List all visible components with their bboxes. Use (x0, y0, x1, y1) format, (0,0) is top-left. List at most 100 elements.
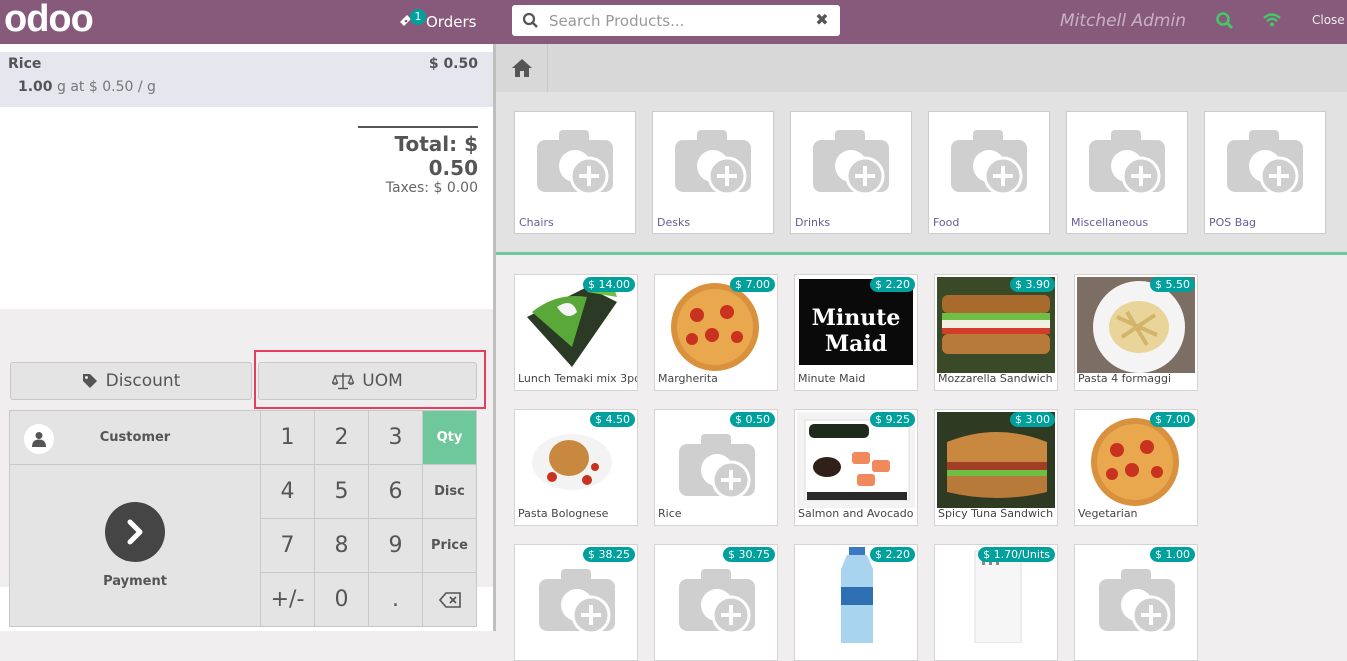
order-taxes: Taxes: $ 0.00 (385, 180, 478, 196)
category-label: Drinks (795, 216, 831, 229)
product-name: Pasta 4 formaggi (1078, 372, 1172, 385)
product-card[interactable]: $ 2.20 (794, 544, 918, 661)
product-price-badge: $ 0.50 (730, 412, 775, 427)
numpad-key-9[interactable]: 9 (368, 518, 423, 573)
product-name: Rice (658, 507, 682, 520)
product-name: Salmon and Avocado (798, 507, 914, 520)
order-line-unit-info: g at $ 0.50 / g (57, 79, 156, 95)
numpad-key-8[interactable]: 8 (314, 518, 369, 573)
camera-placeholder-icon (813, 130, 889, 196)
product-price-badge: $ 2.20 (870, 547, 915, 562)
product-price-badge: $ 9.25 (870, 412, 915, 427)
home-category-button[interactable] (496, 44, 548, 92)
customer-button[interactable]: Customer (9, 410, 261, 465)
search-products-input[interactable] (549, 9, 809, 32)
chevron-right-icon (105, 502, 165, 562)
home-icon (511, 59, 532, 77)
mode-qty-button[interactable]: Qty (422, 410, 477, 465)
product-card[interactable]: $ 5.50 Pasta 4 formaggi (1074, 274, 1198, 391)
camera-placeholder-icon (1227, 130, 1303, 196)
discount-label: Discount (105, 371, 181, 391)
category-breadcrumb-bar (496, 44, 1347, 92)
numpad-key-4[interactable]: 4 (260, 464, 315, 519)
product-name: Spicy Tuna Sandwich (938, 507, 1054, 520)
product-price-badge: $ 3.00 (1010, 412, 1055, 427)
payment-button[interactable]: Payment (9, 464, 261, 627)
category-food[interactable]: Food (928, 111, 1050, 234)
search-bar: ✖ (512, 5, 840, 36)
product-card[interactable]: $ 3.00 Spicy Tuna Sandwich (934, 409, 1058, 526)
product-name: Lunch Temaki mix 3pc (518, 372, 638, 385)
mode-disc-button[interactable]: Disc (422, 464, 477, 519)
category-label: POS Bag (1209, 216, 1257, 229)
product-card[interactable]: $ 0.50 Rice (654, 409, 778, 526)
product-name: Margherita (658, 372, 718, 385)
odoo-logo: odoo (4, 0, 94, 40)
camera-placeholder-icon (537, 130, 613, 196)
product-name: Pasta Bolognese (518, 507, 609, 520)
wifi-icon[interactable] (1262, 11, 1282, 31)
category-label: Miscellaneous (1071, 216, 1149, 229)
product-price-badge: $ 14.00 (583, 277, 635, 292)
order-totals: Total: $ 0.50 Taxes: $ 0.00 (358, 126, 478, 196)
category-label: Desks (657, 216, 691, 229)
product-price-badge: $ 1.00 (1150, 547, 1195, 562)
backspace-button[interactable] (422, 572, 477, 627)
numpad-key-0[interactable]: 0 (314, 572, 369, 627)
order-line-price: $ 0.50 (428, 56, 478, 72)
category-pos-bag[interactable]: POS Bag (1204, 111, 1326, 234)
numpad-key-3[interactable]: 3 (368, 410, 423, 465)
tag-icon (82, 374, 97, 388)
discount-button[interactable]: Discount (10, 362, 252, 400)
product-price-badge: $ 1.70/Units (978, 547, 1055, 562)
close-button[interactable]: Close (1312, 13, 1345, 27)
order-total: Total: $ 0.50 (394, 132, 478, 180)
order-line[interactable]: Rice $ 0.50 1.00 g at $ 0.50 / g (0, 52, 493, 107)
clear-search-icon[interactable]: ✖ (814, 11, 830, 29)
avatar (24, 424, 54, 454)
product-name: Minute Maid (798, 372, 866, 385)
product-name: Vegetarian (1078, 507, 1138, 520)
user-icon (32, 432, 46, 447)
uom-highlight-box (254, 350, 486, 409)
product-card[interactable]: $ 14.00 Lunch Temaki mix 3pc (514, 274, 638, 391)
category-miscellaneous[interactable]: Miscellaneous (1066, 111, 1188, 234)
numpad-key-dot[interactable]: . (368, 572, 423, 627)
product-card[interactable]: $ 9.25 Salmon and Avocado (794, 409, 918, 526)
product-card[interactable]: $ 7.00 Vegetarian (1074, 409, 1198, 526)
product-price-badge: $ 30.75 (723, 547, 775, 562)
order-line-qty: 1.00 (18, 79, 53, 95)
category-chairs[interactable]: Chairs (514, 111, 636, 234)
numpad-key-plus-minus[interactable]: +/- (260, 572, 315, 627)
category-drinks[interactable]: Drinks (790, 111, 912, 234)
order-line-name: Rice (8, 56, 42, 72)
search-icon (522, 12, 538, 28)
backspace-icon (438, 591, 461, 608)
product-card[interactable]: $ 7.00 Margherita (654, 274, 778, 391)
numpad-key-6[interactable]: 6 (368, 464, 423, 519)
numpad-key-7[interactable]: 7 (260, 518, 315, 573)
numpad-key-2[interactable]: 2 (314, 410, 369, 465)
top-bar: odoo 1 Orders ✖ Mitchell Admin Close (0, 0, 1347, 44)
camera-placeholder-icon (951, 130, 1027, 196)
product-price-badge: $ 38.25 (583, 547, 635, 562)
product-card[interactable]: $ 30.75 (654, 544, 778, 661)
svg-text:Minute: Minute (812, 305, 901, 331)
product-card[interactable]: $ 1.00 (1074, 544, 1198, 661)
product-card[interactable]: $ 4.50 Pasta Bolognese (514, 409, 638, 526)
product-card[interactable]: $ 3.90 Mozzarella Sandwich (934, 274, 1058, 391)
product-price-badge: $ 3.90 (1010, 277, 1055, 292)
numpad-key-1[interactable]: 1 (260, 410, 315, 465)
product-card[interactable]: $ 38.25 (514, 544, 638, 661)
search-icon[interactable] (1215, 11, 1235, 31)
mode-price-button[interactable]: Price (422, 518, 477, 573)
orders-button[interactable]: 1 Orders (398, 8, 476, 36)
svg-text:Maid: Maid (825, 331, 887, 357)
category-desks[interactable]: Desks (652, 111, 774, 234)
product-card[interactable]: Minute Maid $ 2.20 Minute Maid (794, 274, 918, 391)
product-name: Mozzarella Sandwich (938, 372, 1053, 385)
product-price-badge: $ 7.00 (1150, 412, 1195, 427)
product-card[interactable]: $ 1.70/Units (934, 544, 1058, 661)
numpad-key-5[interactable]: 5 (314, 464, 369, 519)
category-label: Food (933, 216, 960, 229)
